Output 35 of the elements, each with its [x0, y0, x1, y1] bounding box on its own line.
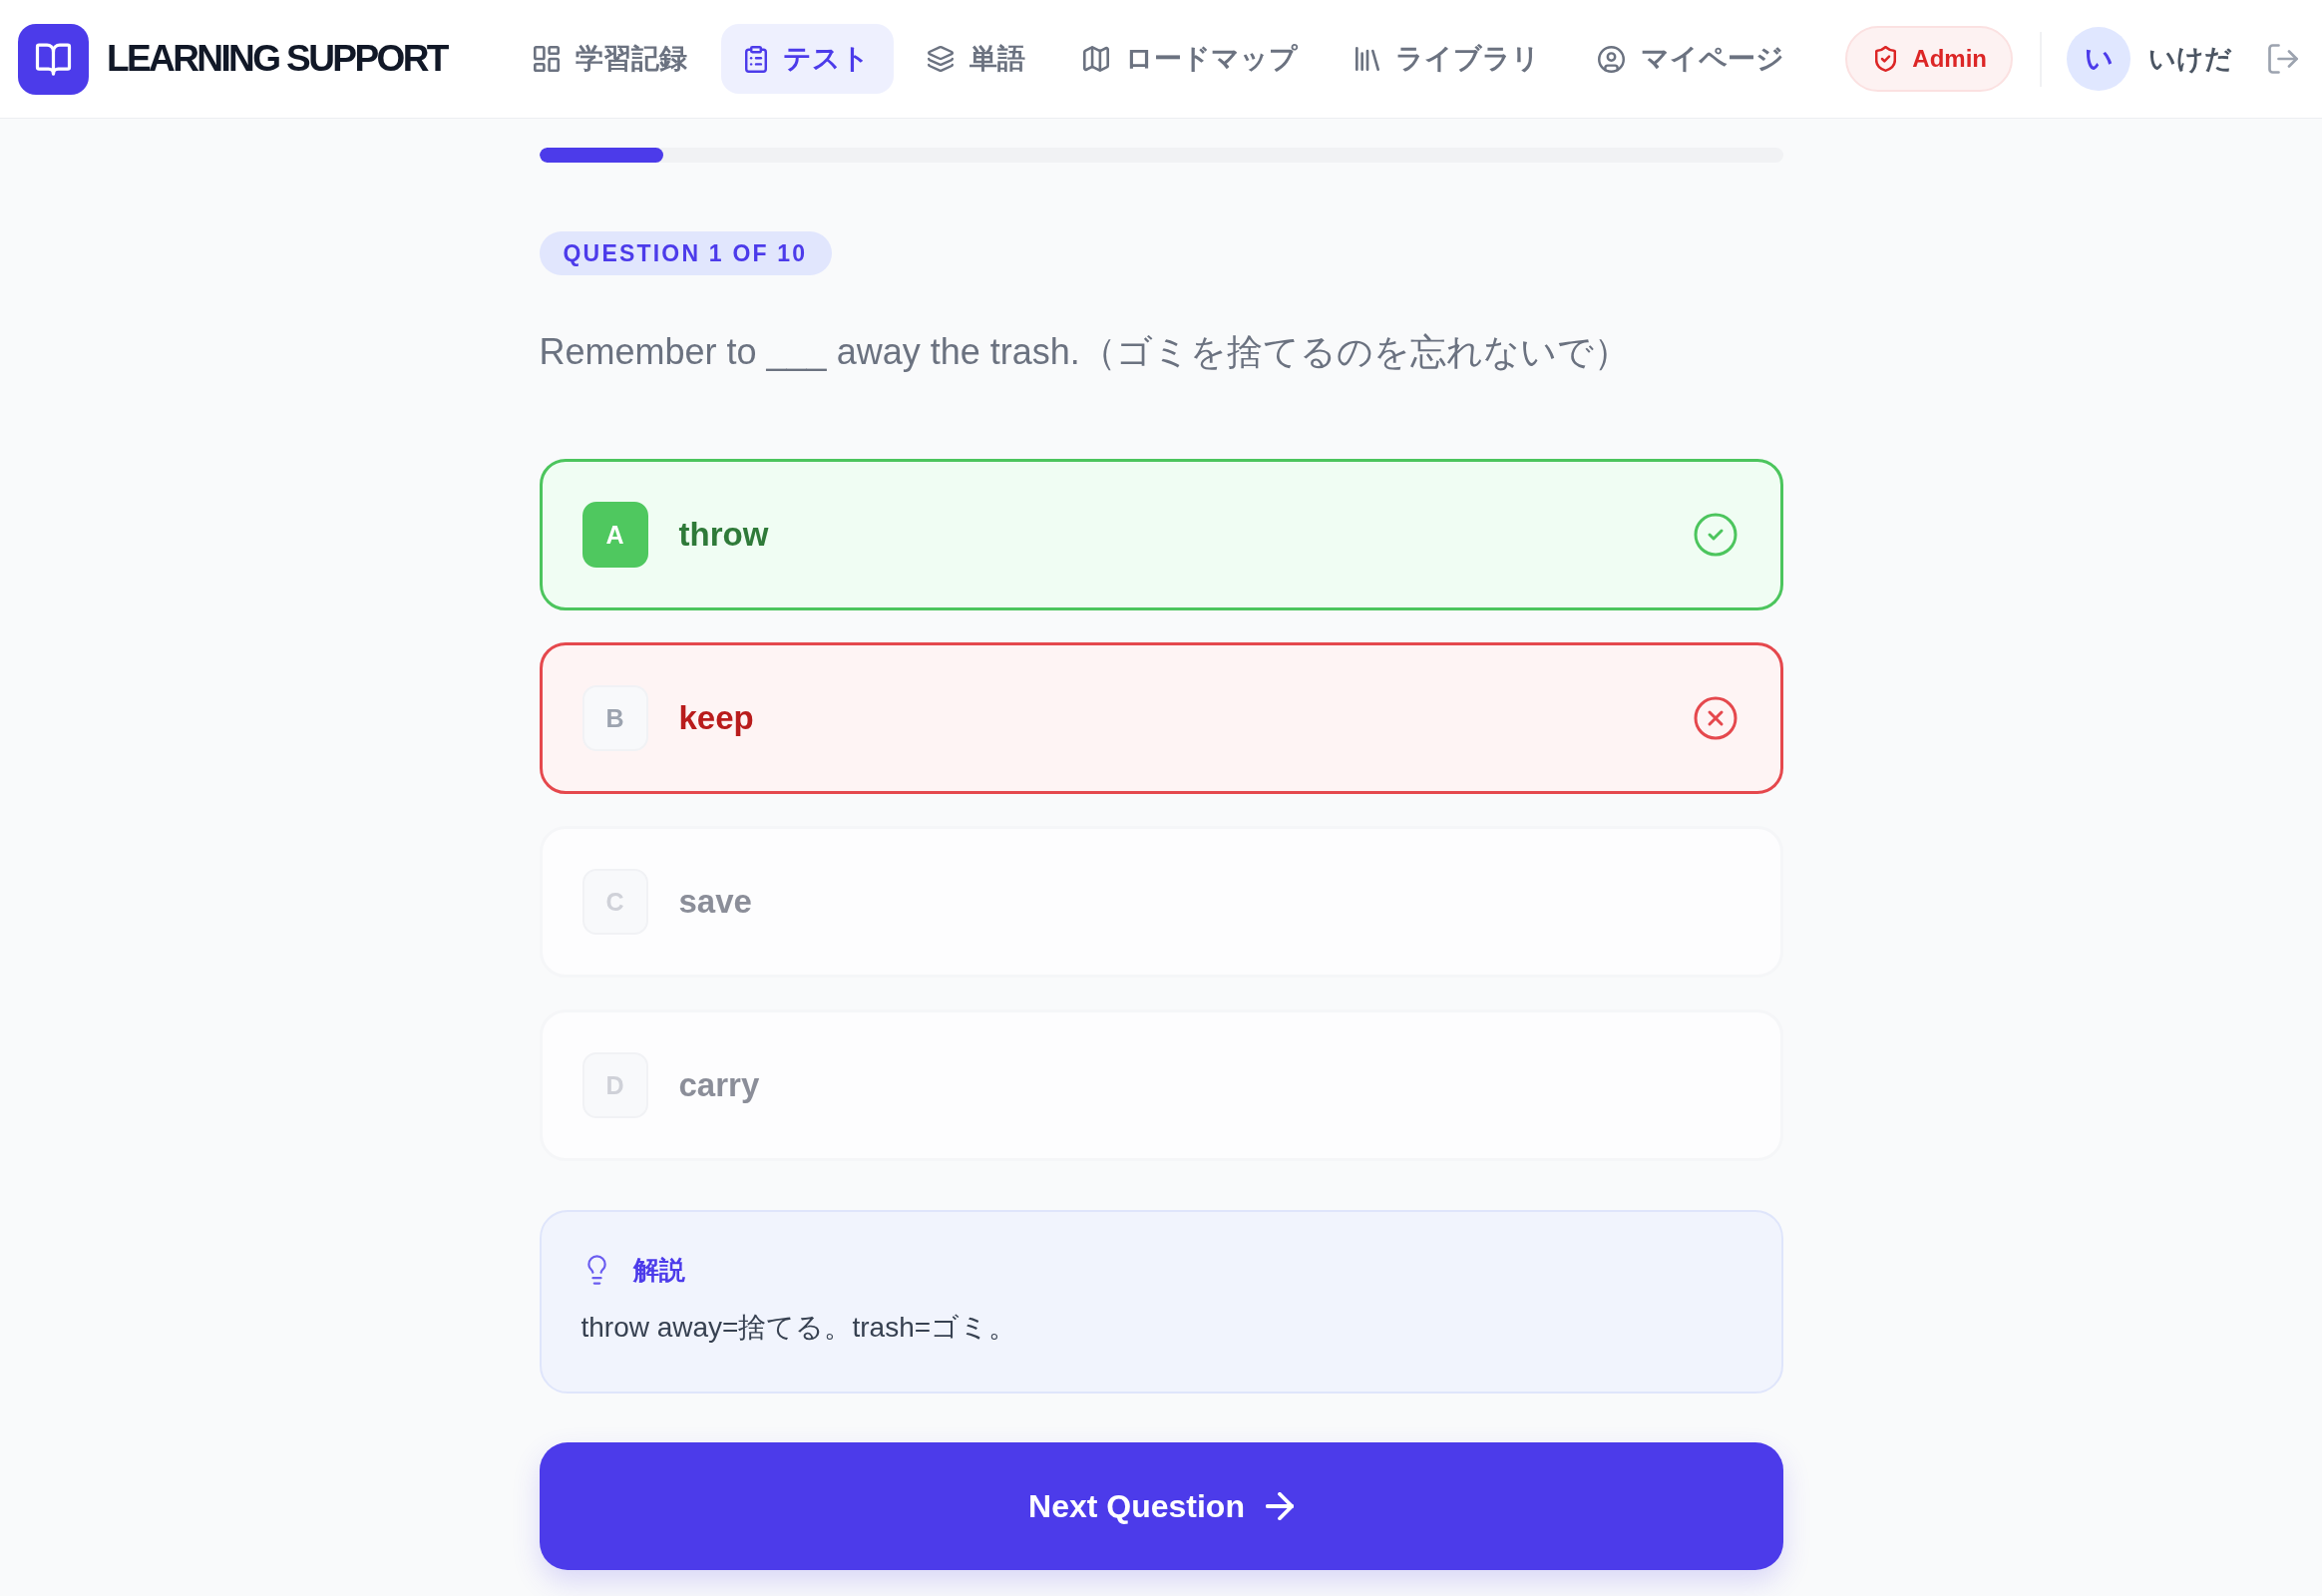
nav-tab[interactable]: 学習記録 — [509, 24, 711, 94]
answer-option[interactable]: A throw — [539, 459, 1783, 610]
answer-option[interactable]: B keep — [539, 642, 1783, 794]
option-text: throw — [678, 516, 770, 554]
x-circle-icon — [1693, 696, 1738, 740]
question-counter: QUESTION 1 OF 10 — [539, 231, 833, 275]
user-avatar: い — [2067, 27, 2130, 91]
option-letter: B — [581, 685, 648, 751]
shield-icon — [1875, 46, 1897, 72]
option-text: save — [678, 883, 753, 921]
user-name: いけだ — [2148, 43, 2232, 76]
option-text: keep — [678, 699, 755, 737]
map-icon — [1082, 46, 1109, 72]
book-logo-icon — [18, 23, 89, 95]
logout-icon[interactable] — [2268, 44, 2298, 74]
check-circle-icon — [1693, 513, 1738, 557]
books-icon — [1354, 47, 1379, 71]
admin-button[interactable]: Admin — [1845, 26, 2013, 92]
nav-tab[interactable]: ライブラリ — [1331, 24, 1564, 94]
app-title: LEARNING SUPPORT — [107, 38, 447, 80]
explanation-text: throw away=捨てる。trash=ゴミ。 — [580, 1311, 1018, 1345]
grid-icon — [533, 46, 560, 72]
nav-tab[interactable]: マイページ — [1573, 24, 1808, 94]
nav-tab[interactable]: テスト — [720, 24, 894, 94]
option-letter: A — [581, 502, 648, 568]
nav-tab[interactable]: ロードマップ — [1058, 24, 1322, 94]
layers-icon — [927, 46, 954, 72]
user-circle-icon — [1597, 45, 1625, 73]
nav-tab[interactable]: 単語 — [903, 24, 1049, 94]
lightbulb-icon — [586, 1255, 606, 1285]
option-text: carry — [678, 1066, 761, 1104]
clipboard-icon — [744, 45, 767, 73]
explanation-title: 解説 — [632, 1254, 685, 1287]
next-question-button[interactable]: Next Question — [539, 1442, 1783, 1570]
question-text: Remember to ___ away the trash.（ゴミを捨てるのを忘れないで） — [539, 330, 1630, 374]
